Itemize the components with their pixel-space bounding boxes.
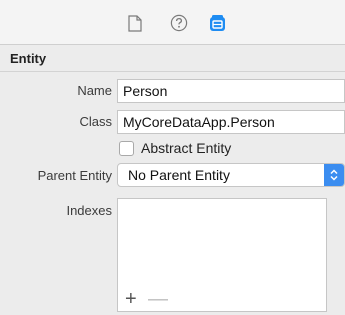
quick-help-button[interactable] <box>168 12 190 34</box>
select-arrows-icon <box>324 164 344 186</box>
parent-entity-value: No Parent Entity <box>128 167 230 183</box>
data-model-icon <box>209 15 225 31</box>
checkbox-box[interactable] <box>119 140 134 156</box>
parent-entity-label: Parent Entity <box>37 168 112 183</box>
indexes-label: Indexes <box>66 203 112 218</box>
section-title: Entity <box>10 51 47 66</box>
inspector-window: Entity Name Person Class MyCoreDataApp.P… <box>0 0 345 315</box>
indexes-list[interactable]: + — <box>117 198 327 312</box>
inspector-toolbar <box>0 0 345 45</box>
entity-inspector-panel: Entity Name Person Class MyCoreDataApp.P… <box>0 45 345 315</box>
abstract-entity-checkbox[interactable]: Abstract Entity <box>119 138 231 158</box>
help-icon <box>170 14 188 32</box>
remove-index-button[interactable]: — <box>148 289 168 309</box>
class-field[interactable]: MyCoreDataApp.Person <box>117 110 345 134</box>
name-field[interactable]: Person <box>117 79 345 103</box>
data-model-inspector-button[interactable] <box>206 12 228 34</box>
entity-section-header: Entity <box>0 45 345 71</box>
section-divider <box>0 71 345 72</box>
parent-entity-select[interactable]: No Parent Entity <box>117 163 345 187</box>
abstract-entity-label: Abstract Entity <box>141 140 232 156</box>
add-index-button[interactable]: + <box>125 289 137 309</box>
file-inspector-button[interactable] <box>124 12 146 34</box>
name-label: Name <box>77 83 112 98</box>
class-label: Class <box>79 114 112 129</box>
file-icon <box>128 14 142 32</box>
